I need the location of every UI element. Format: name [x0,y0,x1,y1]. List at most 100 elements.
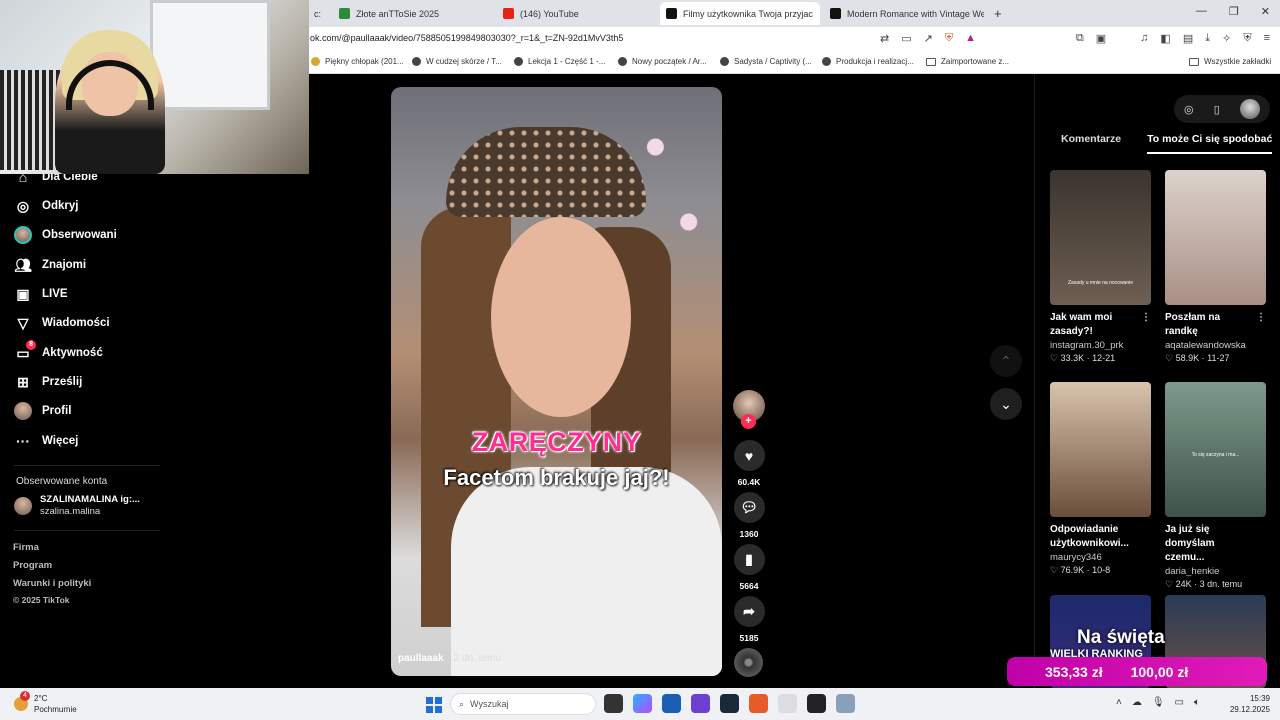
bookmark-label: Sadysta / Captivity (... [734,57,812,66]
nav-item-aktywnosc[interactable]: ▭ 8 Aktywność [14,340,103,364]
bookmark-label: Produkcja i realizacj... [836,57,914,66]
like-button[interactable]: ♥ 60.4K [733,440,765,487]
footer-link-program[interactable]: Program [13,560,52,571]
more-icon[interactable]: ⋮ [1256,311,1266,325]
rewards-icon[interactable]: ▲ [965,32,976,45]
bookmark[interactable]: W cudzej skórze / T... [412,57,502,66]
comment-button[interactable]: 💬︎ 1360 [733,492,765,539]
avatar[interactable] [1239,99,1260,119]
recommended-card[interactable]: To się zaczyna i ma... Ja już się domyśl… [1165,382,1266,590]
nav-label: Aktywność [42,347,103,359]
all-bookmarks[interactable]: Wszystkie zakładki [1189,57,1271,66]
previous-video-button[interactable]: ⌃ [990,345,1022,377]
start-button[interactable] [426,697,442,713]
clock[interactable]: 15:39 29.12.2025 [1230,693,1270,715]
heart-icon: ♡ [1165,353,1174,363]
nav-item-obserwowani[interactable]: Obserwowani [14,224,117,246]
phone-icon[interactable]: ▯ [1214,103,1220,116]
sidebar-icon[interactable]: ◧ [1160,32,1170,45]
translate-icon[interactable]: ⇄ [880,32,889,45]
bookmark[interactable]: Piękny chłopak (201... [311,57,404,66]
bookmark[interactable]: Sadysta / Captivity (... [720,57,812,66]
download-icon[interactable]: ⤓ [1205,32,1210,45]
notepad-icon[interactable] [778,694,797,713]
volume-icon[interactable]: 🔈︎ [1194,697,1200,708]
tab-modern-romance[interactable]: Modern Romance with Vintage Wed [824,2,984,25]
mic-icon[interactable]: 🎙︎ [1152,697,1165,708]
next-video-button[interactable]: ⌄ [990,388,1022,420]
tab-recommended[interactable]: To może Ci się spodobać [1147,133,1273,154]
discord-icon[interactable] [691,694,710,713]
new-tab-button[interactable]: + [988,2,1008,25]
close-window-icon[interactable]: ✕ [1261,5,1270,18]
nav-item-wiecej[interactable]: ··· Więcej [14,430,78,452]
taskbar-search[interactable]: ⌕ Wyszukaj [450,693,596,715]
extensions-icon[interactable]: ⧉ [1076,32,1084,45]
panel-top-controls: ◎ ▯ [1174,95,1270,123]
bookmark-folder[interactable]: Zaimportowane z... [926,57,1009,66]
maximize-icon[interactable]: ❐ [1229,5,1239,18]
weather-widget[interactable]: 4 2°C Pochmurnie [14,691,77,715]
video-player[interactable]: ZARĘCZYNY Facetom brakuje jaj?! paullaaa… [391,87,722,676]
chevron-up-icon[interactable]: ˄ [1116,697,1122,708]
steam-icon[interactable] [720,694,739,713]
cast-icon[interactable]: ▭ [901,32,911,45]
bookmark-label: Piękny chłopak (201... [325,57,404,66]
save-button[interactable]: ▮ 5664 [733,544,765,591]
reader-icon[interactable]: ▣ [1096,32,1106,45]
share-icon[interactable]: ↗ [924,32,933,45]
follow-plus-icon[interactable]: + [741,414,756,429]
footer-link-firma[interactable]: Firma [13,542,39,553]
tab-zlote[interactable]: Złote anTToSie 2025 [333,2,493,25]
bookmark[interactable]: Nowy początek / Ar... [618,57,707,66]
tab-tiktok-active[interactable]: Filmy użytkownika Twoja przyjac ✕ [660,2,820,25]
minimize-icon[interactable]: — [1196,5,1207,18]
compass-icon[interactable]: ◎ [1184,103,1194,116]
video-author[interactable]: paullaaak · 2 dn. temu [398,653,501,664]
nav-item-przeslij[interactable]: ⊞ Prześlij [14,371,82,393]
wallet-icon[interactable]: ▤ [1183,32,1193,45]
menu-icon[interactable]: ≡ [1264,32,1270,45]
vpn-icon[interactable]: ⛨ [1243,32,1251,45]
music-icon[interactable]: ♫ [1140,32,1148,45]
nav-label: Wiadomości [42,317,110,329]
share-button[interactable]: ➦ 5185 [733,596,765,643]
brave-icon[interactable] [749,694,768,713]
more-icon[interactable]: ⋮ [1141,311,1151,325]
task-view-icon[interactable] [604,694,623,713]
thumb-caption: Zasady u mnie na nocowanie [1067,280,1134,286]
panel-tabs: Komentarze To może Ci się spodobać [1061,133,1273,154]
leo-icon[interactable]: ✧ [1222,32,1231,45]
music-disc-icon[interactable] [734,648,763,677]
bookmark[interactable]: Lekcja 1 - Część 1 -... [514,57,605,66]
tab-youtube[interactable]: (146) YouTube [497,2,657,25]
bookmark-icon [720,57,729,66]
bookmark[interactable]: Produkcja i realizacj... [822,57,914,66]
url-field[interactable]: ok.com/@paullaaak/video/7588505199849803… [310,33,623,43]
nav-label: Profil [42,405,72,417]
shield-icon[interactable]: ⛨ [945,32,953,45]
recommended-card[interactable]: Zasady u mnie na nocowanie Jak wam moi z… [1050,170,1151,364]
tab-partial[interactable]: c: [308,2,330,25]
followed-account[interactable]: SZALINAMALINA ig:... szalina.malina [14,494,140,518]
footer-link-warunki[interactable]: Warunki i polityki [13,578,91,589]
webcam-window [150,0,270,110]
tab-komentarze[interactable]: Komentarze [1061,133,1121,154]
clock-date: 29.12.2025 [1229,705,1270,714]
recommended-card[interactable]: Odpowiadanie użytkownikowi... maurycy346… [1050,382,1151,576]
close-tab-icon[interactable]: ✕ [819,8,820,19]
cloud-icon[interactable]: ☁ [1132,697,1142,708]
card-author: maurycy346 [1050,552,1102,563]
settings-icon[interactable] [836,694,855,713]
network-icon[interactable]: ▭ [1175,697,1184,708]
store-icon[interactable] [662,694,681,713]
obs-icon[interactable] [807,694,826,713]
nav-item-wiadomosci[interactable]: ▽ Wiadomości [14,312,110,334]
nav-item-live[interactable]: ▣ LIVE [14,283,67,305]
nav-item-odkryj[interactable]: ◎ Odkryj [14,195,79,217]
donation-goal: 100,00 zł [1130,663,1189,680]
nav-item-profil[interactable]: Profil [14,400,71,422]
nav-item-znajomi[interactable]: 👥︎ Znajomi [14,254,86,276]
copilot-icon[interactable] [633,694,652,713]
recommended-card[interactable]: Poszłam na randkę ⋮ aqatalewandowska ♡ 58… [1165,170,1266,364]
